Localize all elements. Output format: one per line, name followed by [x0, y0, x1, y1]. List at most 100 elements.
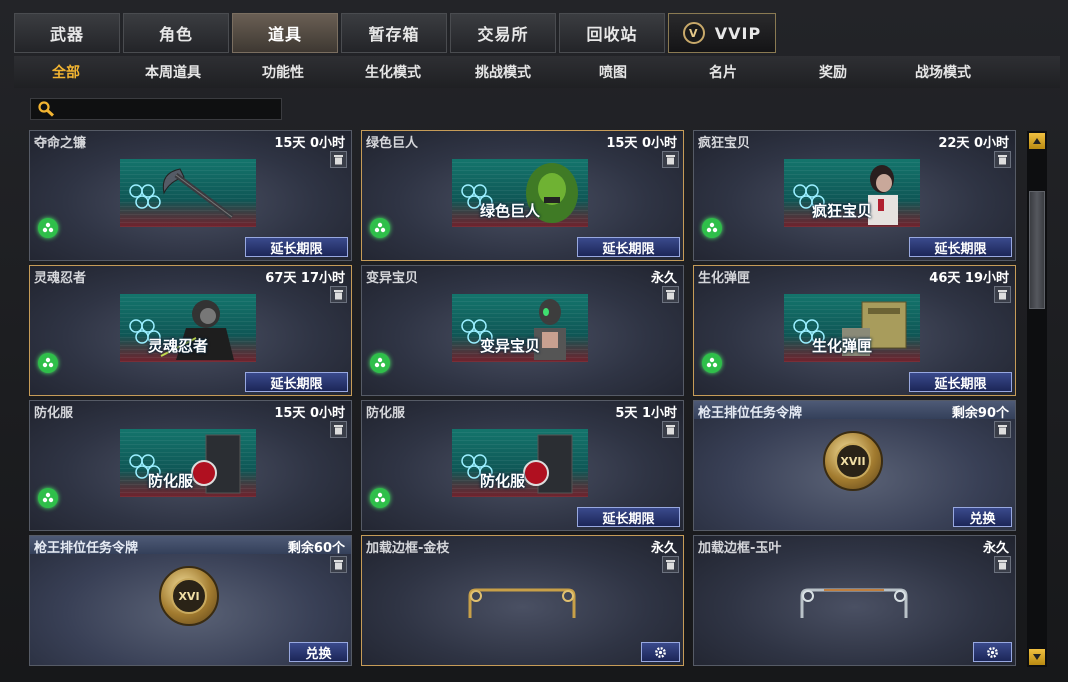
tab-recycle-bin[interactable]: 回收站 — [559, 13, 665, 53]
item-name: 枪王排位任务令牌 — [34, 541, 139, 556]
trash-icon[interactable] — [994, 286, 1011, 303]
item-name: 变异宝贝 — [366, 271, 419, 286]
search-box — [30, 98, 283, 121]
subtab-functional[interactable]: 功能性 — [228, 62, 338, 82]
subtab-battlefield[interactable]: 战场模式 — [888, 62, 998, 82]
gold-branch-frame-icon — [468, 588, 576, 618]
thumbnail-label: 生化弹匣 — [812, 337, 873, 355]
subtab-rewards[interactable]: 奖励 — [778, 62, 888, 82]
thumbnail-label: 防化服 — [480, 472, 526, 490]
biohazard-icon — [370, 488, 390, 508]
arrow-up-icon — [1033, 138, 1041, 144]
item-card[interactable]: 加载边框-玉叶 永久 — [693, 535, 1016, 666]
tab-weapons[interactable]: 武器 — [14, 13, 120, 53]
scroll-thumb[interactable] — [1029, 191, 1045, 309]
scroll-up-button[interactable] — [1029, 133, 1045, 149]
extend-button[interactable]: 延长期限 — [577, 507, 680, 527]
extend-button[interactable]: 延长期限 — [245, 237, 348, 257]
item-name: 疯狂宝贝 — [698, 136, 751, 151]
item-quantity: 剩余60个 — [287, 541, 345, 556]
tab-items[interactable]: 道具 — [232, 13, 338, 53]
arrow-down-icon — [1033, 654, 1041, 660]
item-duration: 5天 1小时 — [615, 406, 677, 421]
trash-icon[interactable] — [330, 151, 347, 168]
trash-icon[interactable] — [994, 151, 1011, 168]
trash-icon[interactable] — [662, 286, 679, 303]
tab-vvip[interactable]: V VVIP — [668, 13, 776, 53]
search-icon — [38, 101, 55, 117]
trash-icon[interactable] — [330, 556, 347, 573]
subtab-zombie-mode[interactable]: 生化模式 — [338, 62, 448, 82]
item-card[interactable]: 灵魂忍者 67天 17小时 灵魂忍者 延长期限 — [29, 265, 352, 396]
item-duration: 67天 17小时 — [265, 271, 345, 286]
biohazard-icon — [38, 218, 58, 238]
scrollbar[interactable] — [1027, 131, 1047, 667]
item-card[interactable]: 枪王排位任务令牌 剩余90个 XVII 兑换 — [693, 400, 1016, 531]
extend-button[interactable]: 延长期限 — [245, 372, 348, 392]
scroll-down-button[interactable] — [1029, 649, 1045, 665]
biohazard-icon — [702, 218, 722, 238]
item-duration: 15天 0小时 — [274, 406, 345, 421]
biohazard-icon — [38, 353, 58, 373]
item-card[interactable]: 加载边框-金枝 永久 — [361, 535, 684, 666]
item-card[interactable]: 防化服 5天 1小时 防化服 延长期限 — [361, 400, 684, 531]
item-duration: 永久 — [982, 541, 1009, 556]
vvip-logo-icon: V — [682, 22, 705, 44]
subtab-weekly[interactable]: 本周道具 — [118, 62, 228, 82]
item-name: 生化弹匣 — [698, 271, 751, 286]
item-name: 加载边框-金枝 — [366, 541, 450, 556]
subtab-all[interactable]: 全部 — [14, 62, 118, 82]
item-card[interactable]: 夺命之镰 15天 0小时 延长期限 — [29, 130, 352, 261]
item-card[interactable]: 枪王排位任务令牌 剩余60个 XVI 兑换 — [29, 535, 352, 666]
subtab-namecard[interactable]: 名片 — [668, 62, 778, 82]
tab-characters[interactable]: 角色 — [123, 13, 229, 53]
item-card[interactable]: 变异宝贝 永久 变异宝贝 — [361, 265, 684, 396]
item-quantity: 剩余90个 — [951, 406, 1009, 421]
item-thumbnail: 生化弹匣 — [784, 294, 920, 362]
subtab-spray[interactable]: 喷图 — [558, 62, 668, 82]
extend-button[interactable]: 延长期限 — [577, 237, 680, 257]
item-name: 灵魂忍者 — [34, 271, 87, 286]
category-tabs: 全部 本周道具 功能性 生化模式 挑战模式 喷图 名片 奖励 战场模式 — [14, 56, 1060, 88]
gear-icon — [655, 646, 666, 658]
item-card[interactable]: 生化弹匣 46天 19小时 生化弹匣 延长期限 — [693, 265, 1016, 396]
item-thumbnail: 防化服 — [452, 429, 588, 497]
settings-button[interactable] — [973, 642, 1012, 662]
inventory-window: 武器 角色 道具 暂存箱 交易所 回收站 V VVIP 全部 本周道具 功能性 … — [0, 0, 1068, 682]
settings-button[interactable] — [641, 642, 680, 662]
item-card[interactable]: 防化服 15天 0小时 防化服 — [29, 400, 352, 531]
main-tabs: 武器 角色 道具 暂存箱 交易所 回收站 V VVIP — [14, 13, 779, 55]
item-name: 绿色巨人 — [366, 136, 419, 151]
trash-icon[interactable] — [994, 556, 1011, 573]
redeem-button[interactable]: 兑换 — [953, 507, 1012, 527]
item-thumbnail: 变异宝贝 — [452, 294, 588, 362]
trash-icon[interactable] — [330, 421, 347, 438]
item-name: 枪王排位任务令牌 — [698, 406, 803, 421]
search-input[interactable] — [59, 99, 283, 121]
item-name: 防化服 — [34, 406, 74, 421]
gear-icon — [987, 646, 998, 658]
trash-icon[interactable] — [994, 421, 1011, 438]
item-name: 夺命之镰 — [34, 136, 87, 151]
biohazard-icon — [370, 218, 390, 238]
trash-icon[interactable] — [662, 421, 679, 438]
extend-button[interactable]: 延长期限 — [909, 372, 1012, 392]
thumbnail-label: 绿色巨人 — [480, 202, 541, 220]
medal-icon: XVII — [823, 431, 883, 491]
tab-exchange[interactable]: 交易所 — [450, 13, 556, 53]
item-card[interactable]: 疯狂宝贝 22天 0小时 疯狂宝贝 延长期限 — [693, 130, 1016, 261]
redeem-button[interactable]: 兑换 — [289, 642, 348, 662]
subtab-challenge-mode[interactable]: 挑战模式 — [448, 62, 558, 82]
item-card[interactable]: 绿色巨人 15天 0小时 绿色巨人 延长期限 — [361, 130, 684, 261]
thumbnail-label: 防化服 — [148, 472, 194, 490]
tab-storage[interactable]: 暂存箱 — [341, 13, 447, 53]
item-duration: 46天 19小时 — [929, 271, 1009, 286]
hazmat-suit-figure — [191, 434, 241, 494]
thumbnail-label: 疯狂宝贝 — [812, 202, 873, 220]
extend-button[interactable]: 延长期限 — [909, 237, 1012, 257]
trash-icon[interactable] — [330, 286, 347, 303]
item-duration: 15天 0小时 — [274, 136, 345, 151]
trash-icon[interactable] — [662, 151, 679, 168]
scythe-icon — [162, 168, 234, 219]
trash-icon[interactable] — [662, 556, 679, 573]
